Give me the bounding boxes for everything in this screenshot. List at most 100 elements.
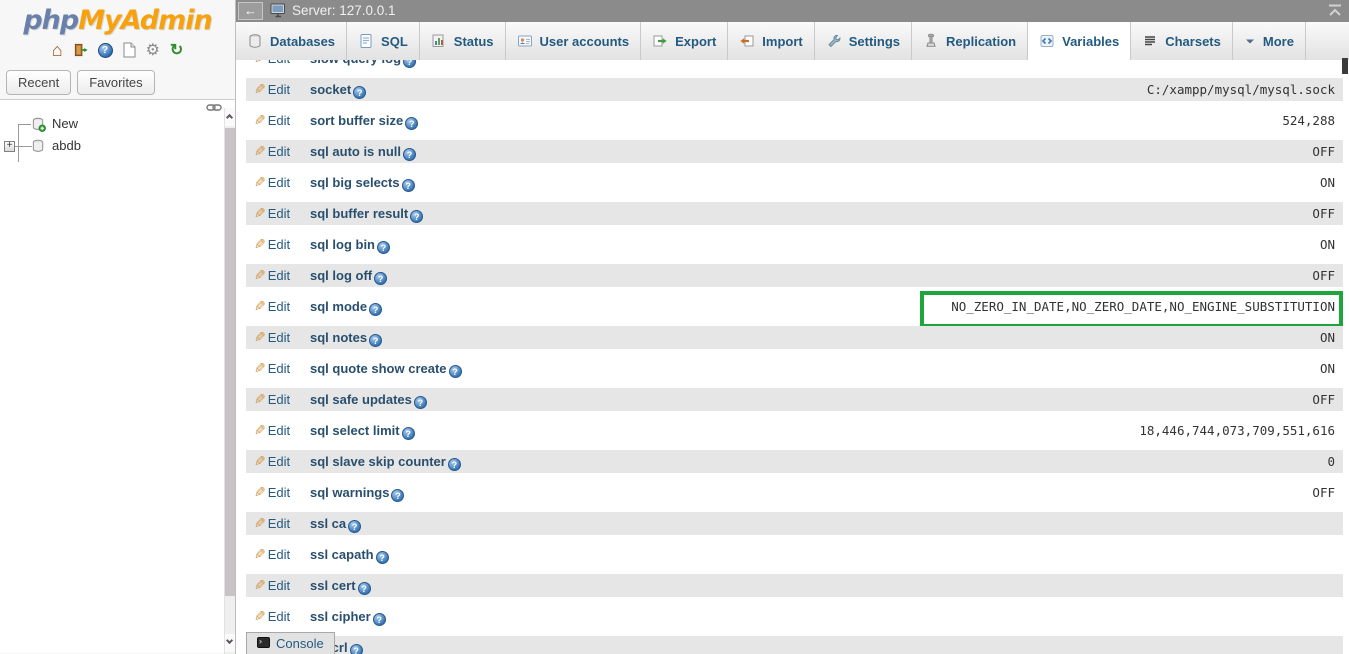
edit-link[interactable]: ✎Edit xyxy=(254,171,310,194)
edit-label: Edit xyxy=(268,60,290,66)
tab-export[interactable]: Export xyxy=(641,22,728,60)
export-icon xyxy=(652,33,668,49)
home-icon[interactable]: ⌂ xyxy=(52,40,63,61)
tab-variables[interactable]: Variables xyxy=(1028,22,1131,60)
edit-link[interactable]: ✎Edit xyxy=(254,481,310,504)
recent-button[interactable]: Recent xyxy=(6,70,71,95)
help-icon[interactable]: ? xyxy=(449,365,462,378)
edit-label: Edit xyxy=(268,454,290,469)
variable-name: slow query log xyxy=(310,60,401,66)
edit-link[interactable]: ✎Edit xyxy=(254,419,310,442)
edit-link[interactable]: ✎Edit xyxy=(254,357,310,380)
edit-label: Edit xyxy=(268,392,290,407)
edit-link[interactable]: ✎Edit xyxy=(254,388,310,411)
table-row: ✎Editssl crl? xyxy=(246,636,1343,654)
logout-door-icon[interactable] xyxy=(73,42,88,58)
help-icon[interactable]: ? xyxy=(353,86,366,99)
tab-label: User accounts xyxy=(540,34,630,49)
tab-replication[interactable]: Replication xyxy=(912,22,1028,60)
collapse-top-icon[interactable] xyxy=(1327,4,1343,20)
table-row: ✎Editsql log bin?ON xyxy=(246,233,1343,256)
edit-link[interactable]: ✎Edit xyxy=(254,450,310,473)
phpmyadmin-logo[interactable]: phpMyAdmin xyxy=(0,0,235,36)
scroll-down-icon[interactable] xyxy=(225,634,235,652)
help-icon[interactable]: ? xyxy=(402,427,415,440)
tab-more[interactable]: More xyxy=(1233,22,1306,60)
sidebar-item-new[interactable]: New xyxy=(52,116,78,131)
pencil-icon: ✎ xyxy=(254,388,266,411)
tab-databases[interactable]: Databases xyxy=(236,22,347,60)
help-icon[interactable]: ? xyxy=(403,60,416,68)
edit-link[interactable]: ✎Edit xyxy=(254,295,310,318)
gear-icon[interactable]: ⚙ xyxy=(146,40,160,60)
edit-link[interactable]: ✎Edit xyxy=(254,78,310,101)
variable-value: NO_ZERO_IN_DATE,NO_ZERO_DATE,NO_ENGINE_S… xyxy=(951,295,1335,318)
tab-sql[interactable]: SQL xyxy=(347,22,420,60)
help-icon[interactable]: ? xyxy=(358,582,371,595)
tab-user-accounts[interactable]: User accounts xyxy=(506,22,642,60)
tab-import[interactable]: Import xyxy=(728,22,814,60)
refresh-icon[interactable]: ↻ xyxy=(170,40,183,60)
server-tabs: DatabasesSQLStatus User accounts ExportImp… xyxy=(236,22,1349,60)
sidebar-scrollbar-thumb[interactable] xyxy=(225,128,235,596)
edit-link[interactable]: ✎Edit xyxy=(254,109,310,132)
edit-link[interactable]: ✎Edit xyxy=(254,140,310,163)
sidebar-scrollbar[interactable] xyxy=(224,108,235,654)
variable-name: sort buffer size xyxy=(310,113,403,128)
tab-settings[interactable]: Settings xyxy=(815,22,912,60)
help-icon[interactable]: ? xyxy=(448,458,461,471)
console-button[interactable]: Console xyxy=(246,632,335,654)
chevron-down-icon xyxy=(1244,35,1256,47)
help-icon[interactable]: ? xyxy=(391,489,404,502)
edit-link[interactable]: ✎Edit xyxy=(254,233,310,256)
scroll-up-icon[interactable] xyxy=(225,108,235,126)
edit-link[interactable]: ✎Edit xyxy=(254,543,310,566)
help-icon[interactable]: ? xyxy=(98,43,113,58)
variable-name: sql slave skip counter xyxy=(310,454,446,469)
edit-link[interactable]: ✎Edit xyxy=(254,605,310,628)
help-icon[interactable]: ? xyxy=(348,520,361,533)
pencil-icon: ✎ xyxy=(254,481,266,504)
expand-toggle-icon[interactable]: + xyxy=(4,141,15,152)
database-icon xyxy=(31,138,46,157)
new-database-icon xyxy=(31,116,46,136)
main-scrollbar-thumb[interactable] xyxy=(1342,58,1348,74)
tab-status[interactable]: Status xyxy=(420,22,506,60)
edit-link[interactable]: ✎Edit xyxy=(254,512,310,535)
sidebar-item-abdb[interactable]: abdb xyxy=(52,138,81,153)
edit-label: Edit xyxy=(268,330,290,345)
help-icon[interactable]: ? xyxy=(369,303,382,316)
help-icon[interactable]: ? xyxy=(405,117,418,130)
edit-label: Edit xyxy=(268,206,290,221)
edit-link[interactable]: ✎Edit xyxy=(254,574,310,597)
favorites-button[interactable]: Favorites xyxy=(77,70,154,95)
edit-link[interactable]: ✎Edit xyxy=(254,326,310,349)
help-icon[interactable]: ? xyxy=(377,241,390,254)
help-icon[interactable]: ? xyxy=(410,210,423,223)
edit-link[interactable]: ✎Edit xyxy=(254,202,310,225)
table-row: ✎Editssl ca? xyxy=(246,512,1343,535)
help-icon[interactable]: ? xyxy=(350,644,363,654)
help-icon[interactable]: ? xyxy=(374,272,387,285)
variable-name: sql select limit xyxy=(310,423,400,438)
docs-icon[interactable] xyxy=(123,42,136,58)
help-icon[interactable]: ? xyxy=(402,179,415,192)
edit-label: Edit xyxy=(268,268,290,283)
tab-charsets[interactable]: Charsets xyxy=(1131,22,1233,60)
help-icon[interactable]: ? xyxy=(403,148,416,161)
help-icon[interactable]: ? xyxy=(373,613,386,626)
help-icon[interactable]: ? xyxy=(369,334,382,347)
help-icon[interactable]: ? xyxy=(376,551,389,564)
edit-link[interactable]: ✎Edit xyxy=(254,60,310,70)
logo-myadmin-text: MyAdmin xyxy=(78,5,211,36)
variable-name: sql big selects xyxy=(310,175,400,190)
variable-value: OFF xyxy=(1312,388,1335,411)
link-icon[interactable] xyxy=(206,100,222,115)
pencil-icon: ✎ xyxy=(254,357,266,380)
tab-label: More xyxy=(1263,34,1294,49)
collapse-sidebar-button[interactable]: ← xyxy=(238,2,263,20)
help-icon[interactable]: ? xyxy=(414,396,427,409)
variable-name: sql safe updates xyxy=(310,392,412,407)
edit-link[interactable]: ✎Edit xyxy=(254,264,310,287)
variables-icon xyxy=(1039,33,1055,49)
